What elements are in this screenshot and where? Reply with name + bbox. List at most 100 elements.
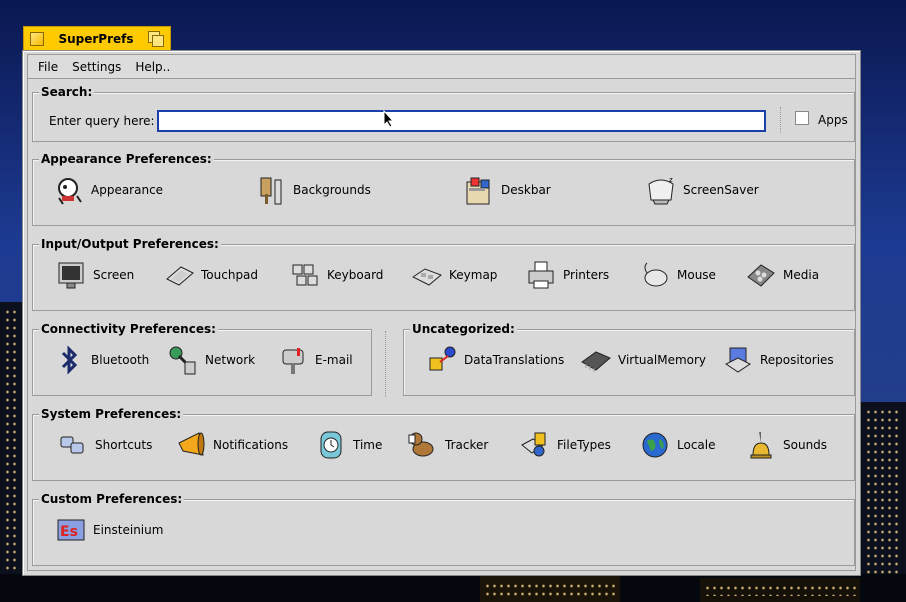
appearance-icon bbox=[58, 178, 82, 205]
uncategorized-title: Uncategorized: bbox=[410, 322, 517, 337]
filetypes-icon bbox=[521, 432, 546, 457]
pref-tracker[interactable]: Tracker bbox=[407, 429, 488, 461]
pref-label: Media bbox=[783, 268, 820, 282]
superprefs-window: File Settings Help.. Search: Enter query… bbox=[22, 50, 861, 576]
pref-label: VirtualMemory bbox=[618, 353, 707, 367]
datatranslations-icon bbox=[429, 346, 456, 371]
pref-locale[interactable]: Locale bbox=[639, 429, 715, 461]
menu-bar: File Settings Help.. bbox=[28, 55, 855, 79]
pref-mouse[interactable]: Mouse bbox=[639, 259, 716, 291]
touchpad-icon bbox=[166, 266, 194, 286]
pref-datatranslations[interactable]: DataTranslations bbox=[426, 344, 564, 376]
pref-screen[interactable]: Screen bbox=[55, 259, 134, 291]
pref-keyboard[interactable]: Keyboard bbox=[289, 259, 383, 291]
search-title: Search: bbox=[39, 85, 95, 100]
appearance-title: Appearance Preferences: bbox=[39, 152, 214, 167]
keymap-icon bbox=[412, 268, 442, 286]
bluetooth-icon bbox=[61, 345, 78, 375]
pref-label: Einsteinium bbox=[93, 523, 164, 537]
shortcuts-icon bbox=[60, 436, 84, 454]
pref-repositories[interactable]: Repositories bbox=[722, 344, 834, 376]
keyboard-icon bbox=[292, 264, 318, 286]
search-separator bbox=[780, 107, 781, 133]
custom-title: Custom Preferences: bbox=[39, 492, 185, 507]
pref-label: Appearance bbox=[91, 183, 164, 197]
pref-label: Tracker bbox=[445, 438, 489, 452]
clock-icon bbox=[320, 431, 342, 459]
pref-virtualmemory[interactable]: VirtualMemory bbox=[580, 344, 706, 376]
pref-backgrounds[interactable]: Backgrounds bbox=[255, 174, 371, 206]
close-button[interactable] bbox=[30, 31, 44, 46]
pref-deskbar[interactable]: Deskbar bbox=[463, 174, 551, 206]
pref-touchpad[interactable]: Touchpad bbox=[163, 259, 258, 291]
pref-filetypes[interactable]: FileTypes bbox=[519, 429, 611, 461]
pref-keymap[interactable]: Keymap bbox=[411, 259, 497, 291]
menu-settings[interactable]: Settings bbox=[66, 60, 127, 74]
zoom-button[interactable] bbox=[148, 30, 164, 47]
pref-label: Time bbox=[353, 438, 383, 452]
einsteinium-icon: Es bbox=[57, 519, 85, 541]
query-label: Enter query here: bbox=[49, 114, 155, 128]
pref-label: Network bbox=[205, 353, 256, 367]
repositories-icon bbox=[725, 347, 751, 373]
appearance-group: Appearance Preferences: Appearance Backg… bbox=[32, 152, 855, 226]
network-icon bbox=[169, 346, 196, 375]
pref-label: Keyboard bbox=[327, 268, 384, 282]
printer-icon bbox=[528, 261, 554, 289]
pref-label: ScreenSaver bbox=[683, 183, 759, 197]
pref-label: Keymap bbox=[449, 268, 498, 282]
pref-label: Mouse bbox=[677, 268, 716, 282]
mouse-cursor-icon bbox=[383, 110, 395, 128]
pref-label: Printers bbox=[563, 268, 610, 282]
pref-label: Screen bbox=[93, 268, 135, 282]
pref-sounds[interactable]: Sounds bbox=[745, 429, 827, 461]
search-box: Search: Enter query here: Apps bbox=[32, 85, 855, 142]
pref-printers[interactable]: Printers bbox=[525, 259, 609, 291]
custom-group: Custom Preferences: Es Einsteinium bbox=[32, 492, 855, 566]
pref-label: Bluetooth bbox=[91, 353, 150, 367]
io-title: Input/Output Preferences: bbox=[39, 237, 221, 252]
deskbar-icon bbox=[466, 177, 490, 205]
svg-text:Es: Es bbox=[60, 524, 78, 540]
pref-label: Touchpad bbox=[201, 268, 259, 282]
window-title: SuperPrefs bbox=[58, 31, 134, 46]
window-tab[interactable]: SuperPrefs bbox=[23, 26, 171, 50]
pref-label: Notifications bbox=[213, 438, 289, 452]
screen-icon bbox=[58, 262, 84, 289]
pref-label: Shortcuts bbox=[95, 438, 153, 452]
pref-email[interactable]: E-mail bbox=[277, 344, 353, 376]
dog-icon bbox=[408, 432, 434, 457]
pref-network[interactable]: Network bbox=[167, 344, 255, 376]
pref-notifications[interactable]: Notifications bbox=[175, 429, 288, 461]
memory-chip-icon bbox=[581, 351, 611, 372]
column-separator bbox=[385, 331, 386, 397]
pref-media[interactable]: Media bbox=[745, 259, 819, 291]
megaphone-icon bbox=[178, 432, 205, 456]
pref-einsteinium[interactable]: Es Einsteinium bbox=[55, 514, 163, 546]
media-icon bbox=[747, 264, 775, 287]
menu-file[interactable]: File bbox=[32, 60, 64, 74]
pref-appearance[interactable]: Appearance bbox=[53, 174, 163, 206]
email-icon bbox=[282, 348, 304, 374]
pref-label: Sounds bbox=[783, 438, 828, 452]
uncategorized-group: Uncategorized: DataTranslations VirtualM… bbox=[403, 322, 855, 396]
pref-label: Backgrounds bbox=[293, 183, 371, 197]
pref-label: Repositories bbox=[760, 353, 834, 367]
pref-screensaver[interactable]: z ScreenSaver bbox=[645, 174, 759, 206]
system-group: System Preferences: Shortcuts Notificati… bbox=[32, 407, 855, 481]
apps-checkbox[interactable] bbox=[795, 111, 809, 125]
svg-text:z: z bbox=[669, 176, 673, 184]
menu-help[interactable]: Help.. bbox=[129, 60, 176, 74]
search-input[interactable] bbox=[157, 110, 766, 132]
pref-label: DataTranslations bbox=[464, 353, 565, 367]
globe-icon bbox=[642, 432, 668, 458]
pref-shortcuts[interactable]: Shortcuts bbox=[57, 429, 152, 461]
pref-label: Locale bbox=[677, 438, 716, 452]
pref-label: E-mail bbox=[315, 353, 353, 367]
apps-label: Apps bbox=[818, 113, 848, 127]
pref-label: FileTypes bbox=[557, 438, 611, 452]
pref-bluetooth[interactable]: Bluetooth bbox=[53, 344, 149, 376]
pref-label: Deskbar bbox=[501, 183, 551, 197]
pref-time[interactable]: Time bbox=[315, 429, 382, 461]
bell-icon bbox=[750, 432, 772, 459]
